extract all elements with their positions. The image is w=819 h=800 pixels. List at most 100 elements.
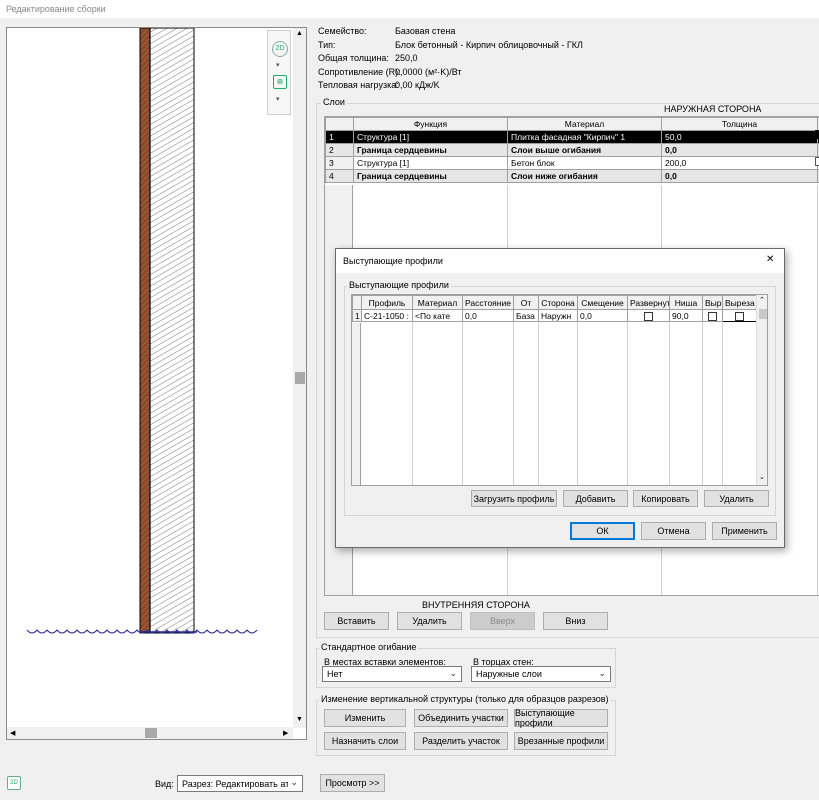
profiles-table-frame: Профиль Материал Расстояние От Сторона С… xyxy=(351,294,768,486)
material-cell[interactable]: <По кате xyxy=(412,309,463,322)
profiles-col-header[interactable]: Профиль xyxy=(361,295,413,310)
layer-thickness[interactable]: 0,0 xyxy=(661,169,818,183)
merge-regions-button[interactable]: Объединить участки xyxy=(414,709,508,727)
scroll-down-icon[interactable]: ⌄ xyxy=(759,473,765,481)
preview-hscrollbar[interactable]: ◀ ▶ xyxy=(7,727,293,739)
profile-cell[interactable]: С-21-1050 : xyxy=(361,309,413,322)
side-cell[interactable]: Наружн xyxy=(538,309,578,322)
property-value: 0,00 кДж/K xyxy=(395,80,440,90)
flipped-checkbox[interactable] xyxy=(644,311,653,321)
preview-button[interactable]: Просмотр >> xyxy=(320,774,385,792)
preview-2d-icon[interactable]: 2D xyxy=(7,776,21,790)
setback-cell[interactable]: 90,0 xyxy=(669,309,703,322)
delete-layer-button[interactable]: Удалить xyxy=(397,612,462,630)
table-row[interactable]: 2 Граница сердцевины Слои выше огибания … xyxy=(325,143,819,157)
split-region-button[interactable]: Разделить участок xyxy=(414,732,508,750)
layer-function[interactable]: Граница сердцевины xyxy=(353,169,508,183)
move-up-button[interactable]: Вверх xyxy=(470,612,535,630)
zoom-region-icon[interactable]: ⊕ xyxy=(273,75,287,89)
chevron-down-icon: ⌄ xyxy=(290,777,298,787)
zoom-2d-icon[interactable]: 2D xyxy=(272,41,288,57)
insert-points-select[interactable]: Нет ⌄ xyxy=(322,666,462,682)
scroll-thumb[interactable] xyxy=(295,372,305,384)
view-select[interactable]: Разрез: Редактировать атри ⌄ xyxy=(177,775,303,792)
layer-function[interactable]: Структура [1] xyxy=(353,156,508,170)
flipped-cell[interactable] xyxy=(627,309,670,322)
profiles-col-header[interactable]: Расстояние xyxy=(462,295,514,310)
layer-thickness[interactable]: 200,0 xyxy=(661,156,818,170)
layers-col-header[interactable]: Материал xyxy=(507,117,662,131)
property-label: Тепловая нагрузка: xyxy=(318,80,399,90)
load-profile-button[interactable]: Загрузить профиль xyxy=(471,490,557,507)
layer-material[interactable]: Плитка фасадная "Кирпич" 1 xyxy=(507,130,662,144)
from-cell[interactable]: База xyxy=(513,309,539,322)
layer-thickness[interactable]: 50,0 xyxy=(661,130,818,144)
scroll-up-icon[interactable]: ⌃ xyxy=(759,296,765,304)
scroll-thumb[interactable] xyxy=(145,728,157,738)
layer-thickness[interactable]: 0,0 xyxy=(661,143,818,157)
modify-button[interactable]: Изменить xyxy=(324,709,406,727)
profiles-col-header[interactable]: Ниша xyxy=(669,295,703,310)
dialog-title: Выступающие профили xyxy=(343,256,443,266)
chevron-down-icon[interactable]: ▾ xyxy=(276,95,280,103)
row-number[interactable]: 4 xyxy=(325,169,354,183)
reveals-button[interactable]: Врезанные профили xyxy=(514,732,608,750)
assign-layers-button[interactable]: Назначить слои xyxy=(324,732,406,750)
profiles-col-header[interactable]: От xyxy=(513,295,539,310)
scroll-down-icon[interactable]: ▼ xyxy=(296,716,303,723)
chevron-down-icon[interactable]: ▾ xyxy=(276,61,280,69)
ok-button[interactable]: ОК xyxy=(570,522,635,540)
layer-function[interactable]: Структура [1] xyxy=(353,130,508,144)
property-value: Блок бетонный - Кирпич облицовочный - ГК… xyxy=(395,40,583,50)
apply-button[interactable]: Применить xyxy=(712,522,777,540)
layer-material[interactable]: Слои ниже огибания xyxy=(507,169,662,183)
table-row[interactable]: 1 Структура [1] Плитка фасадная "Кирпич"… xyxy=(325,130,819,144)
distance-cell[interactable]: 0,0 xyxy=(462,309,514,322)
row-number[interactable]: 1 xyxy=(352,309,362,322)
layers-col-header[interactable]: Толщина xyxy=(661,117,818,131)
row-number[interactable]: 1 xyxy=(325,130,354,144)
property-value: 250,0 xyxy=(395,53,418,63)
row-number[interactable]: 3 xyxy=(325,156,354,170)
close-icon[interactable]: ✕ xyxy=(766,254,774,265)
layer-material[interactable]: Слои выше огибания xyxy=(507,143,662,157)
wall-ends-select[interactable]: Наружные слои ⌄ xyxy=(471,666,611,682)
profiles-col-header[interactable]: Развернут xyxy=(627,295,670,310)
row-number[interactable]: 2 xyxy=(325,143,354,157)
wrapping-group-title: Стандартное огибание xyxy=(319,642,419,652)
profiles-col-header[interactable]: Выр xyxy=(702,295,723,310)
cancel-button[interactable]: Отмена xyxy=(641,522,706,540)
table-row[interactable]: 4 Граница сердцевины Слои ниже огибания … xyxy=(325,169,819,183)
profiles-col-header[interactable]: Смещение xyxy=(577,295,628,310)
layer-function[interactable]: Граница сердцевины xyxy=(353,143,508,157)
cuttable-checkbox[interactable] xyxy=(735,311,744,321)
profiles-col-header[interactable]: Материал xyxy=(412,295,463,310)
profiles-vscrollbar[interactable]: ⌃ ⌄ xyxy=(756,295,767,485)
table-row[interactable]: 3 Структура [1] Бетон блок 200,0 xyxy=(325,156,819,170)
exterior-side-label: НАРУЖНАЯ СТОРОНА xyxy=(664,104,762,114)
cuts-checkbox[interactable] xyxy=(708,311,717,321)
move-down-button[interactable]: Вниз xyxy=(543,612,608,630)
row-move-handle[interactable] xyxy=(815,130,819,139)
cuttable-cell[interactable] xyxy=(722,309,757,322)
scroll-thumb[interactable] xyxy=(759,309,767,319)
insert-layer-button[interactable]: Вставить xyxy=(324,612,389,630)
cuts-cell[interactable] xyxy=(702,309,723,322)
property-label: Сопротивление (R): xyxy=(318,67,401,77)
layer-material[interactable]: Бетон блок xyxy=(507,156,662,170)
layers-col-header[interactable]: Функция xyxy=(353,117,508,131)
delete-sweep-button[interactable]: Удалить xyxy=(704,490,769,507)
scroll-left-icon[interactable]: ◀ xyxy=(10,729,15,737)
scroll-right-icon[interactable]: ▶ xyxy=(283,729,288,737)
row-move-handle[interactable] xyxy=(815,157,819,166)
dialog-title-bar: Выступающие профили ✕ xyxy=(336,249,784,273)
preview-vscrollbar[interactable]: ▲ ▼ xyxy=(293,28,306,728)
offset-cell[interactable]: 0,0 xyxy=(577,309,628,322)
profiles-col-header[interactable]: Сторона xyxy=(538,295,578,310)
scroll-up-icon[interactable]: ▲ xyxy=(296,30,303,37)
profiles-col-header[interactable]: Выреза xyxy=(722,295,757,310)
copy-sweep-button[interactable]: Копировать xyxy=(633,490,698,507)
sweeps-button[interactable]: Выступающие профили xyxy=(514,708,608,728)
table-row[interactable]: 1 С-21-1050 : <По кате 0,0 База Наружн 0… xyxy=(352,309,757,322)
add-sweep-button[interactable]: Добавить xyxy=(563,490,628,507)
